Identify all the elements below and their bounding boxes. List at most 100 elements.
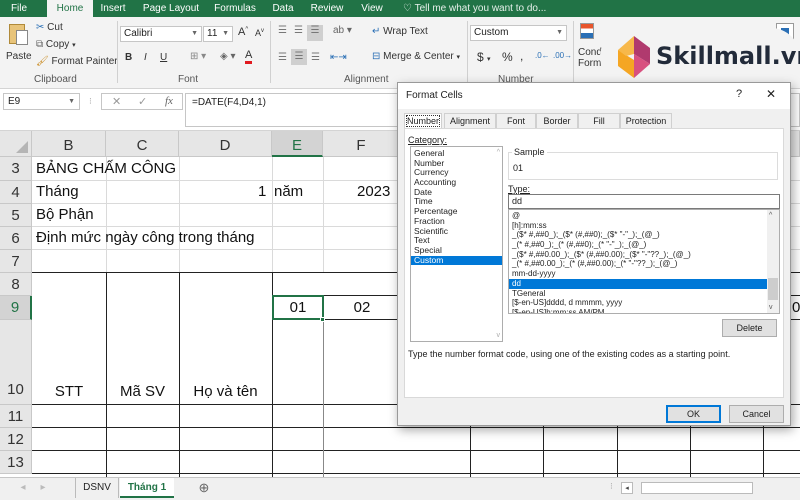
- scroll-down-icon[interactable]: v: [497, 332, 501, 339]
- cell-f9[interactable]: 02: [324, 296, 400, 320]
- percent-button[interactable]: %: [502, 50, 513, 64]
- type-input[interactable]: dd: [508, 194, 780, 209]
- cell-right9[interactable]: 0: [792, 296, 800, 320]
- type-item[interactable]: @: [509, 211, 767, 221]
- font-size-select[interactable]: 11 ▼: [203, 26, 233, 42]
- grow-font-icon[interactable]: A^: [238, 26, 248, 38]
- tab-file[interactable]: File: [4, 0, 34, 17]
- scroll-left-icon[interactable]: ◂: [18, 478, 28, 498]
- dialog-tab-border[interactable]: Border: [536, 113, 578, 128]
- top-align-icon[interactable]: ☰: [278, 25, 287, 36]
- merge-center-button[interactable]: ⊟ Merge & Center ▾: [372, 51, 460, 62]
- column-header-d[interactable]: D: [179, 131, 272, 157]
- splitter-icon[interactable]: ⁝: [610, 481, 613, 492]
- cell-b6[interactable]: Định mức ngày công trong tháng: [36, 229, 255, 246]
- cell-d10[interactable]: Họ và tên: [179, 383, 272, 400]
- indent-icons[interactable]: ⇤⇥: [330, 52, 347, 63]
- dialog-tab-number[interactable]: Number: [404, 113, 442, 129]
- shrink-font-icon[interactable]: Av: [255, 28, 264, 38]
- decrease-decimal-icon[interactable]: .00→: [553, 51, 572, 60]
- row-header-7[interactable]: 7: [0, 250, 32, 273]
- type-item[interactable]: [$-en-US]dddd, d mmmm, yyyy: [509, 298, 767, 308]
- row-header-6[interactable]: 6: [0, 227, 32, 250]
- conditional-formatting-icon[interactable]: [580, 23, 594, 39]
- type-item[interactable]: [h]:mm:ss: [509, 221, 767, 231]
- cell-e9-selected[interactable]: 01: [272, 295, 324, 320]
- orientation-icon[interactable]: ab ▾: [333, 25, 352, 36]
- cell-f4[interactable]: 2023: [357, 183, 390, 200]
- category-listbox[interactable]: General Number Currency Accounting Date Time P…: [410, 146, 503, 342]
- insert-function-icon[interactable]: fx: [165, 95, 173, 107]
- row-header-5[interactable]: 5: [0, 204, 32, 227]
- help-button[interactable]: ?: [736, 88, 742, 100]
- type-item[interactable]: TGeneral: [509, 289, 767, 299]
- row-header-13[interactable]: 13: [0, 451, 32, 474]
- type-item[interactable]: _(* #,##0.00_);_(* (#,##0.00);_(* "-"??_…: [509, 259, 767, 269]
- column-header-b[interactable]: B: [32, 131, 106, 157]
- tab-page-layout[interactable]: Page Layout: [140, 0, 202, 17]
- number-format-select[interactable]: Custom ▼: [470, 25, 567, 41]
- row-header-9[interactable]: 9: [0, 296, 32, 320]
- comma-button[interactable]: ,: [520, 49, 523, 63]
- type-item[interactable]: [$-en-US]h:mm:ss AM/PM: [509, 308, 767, 313]
- format-painter-button[interactable]: 🖌 Format Painter: [36, 56, 118, 67]
- type-listbox[interactable]: @ [h]:mm:ss _($* #,##0_);_($* (#,##0);_($*…: [508, 209, 780, 314]
- cell-c10[interactable]: Mã SV: [106, 383, 179, 400]
- row-header-11[interactable]: 11: [0, 405, 32, 428]
- font-name-select[interactable]: Calibri ▼: [120, 26, 202, 42]
- column-header-f[interactable]: F: [323, 131, 400, 157]
- close-icon[interactable]: ✕: [766, 87, 776, 101]
- row-header-10[interactable]: 10: [0, 320, 32, 405]
- delete-button[interactable]: Delete: [722, 319, 777, 337]
- enter-icon[interactable]: ✓: [138, 95, 147, 108]
- middle-align-icon[interactable]: ☰: [294, 25, 303, 36]
- scroll-up-icon[interactable]: ^: [497, 149, 500, 156]
- italic-button[interactable]: I: [144, 52, 147, 63]
- type-list-scrollbar[interactable]: ^ v: [767, 210, 779, 313]
- bottom-align-icon[interactable]: ☰: [307, 25, 323, 41]
- scroll-down-icon[interactable]: v: [769, 304, 773, 311]
- cancel-icon[interactable]: ✕: [112, 95, 121, 108]
- cell-e4[interactable]: năm: [274, 183, 303, 200]
- column-header-c[interactable]: C: [106, 131, 179, 157]
- align-right-icon[interactable]: ☰: [311, 52, 320, 63]
- row-header-8[interactable]: 8: [0, 273, 32, 296]
- cancel-button[interactable]: Cancel: [729, 405, 784, 423]
- horizontal-scrollbar[interactable]: [641, 482, 753, 494]
- bold-button[interactable]: B: [125, 52, 132, 63]
- ok-button[interactable]: OK: [666, 405, 721, 423]
- cell-d4[interactable]: 1: [258, 183, 266, 200]
- sheet-tab-thang-1[interactable]: Tháng 1: [120, 478, 174, 498]
- tab-insert[interactable]: Insert: [95, 0, 131, 17]
- type-item[interactable]: dd: [509, 278, 767, 289]
- scroll-right-icon[interactable]: ▸: [38, 478, 48, 498]
- fill-color-icon[interactable]: ◈ ▾: [220, 51, 236, 62]
- type-item[interactable]: _(* #,##0_);_(* (#,##0);_(* "-"_);_(@_): [509, 240, 767, 250]
- cell-b10[interactable]: STT: [32, 383, 106, 400]
- tell-me-box[interactable]: ♡ Tell me what you want to do...: [403, 0, 546, 17]
- type-item[interactable]: _($* #,##0_);_($* (#,##0);_($* "-"_);_(@…: [509, 230, 767, 240]
- dialog-tab-protection[interactable]: Protection: [620, 113, 672, 128]
- sheet-tab-dsnv[interactable]: DSNV: [75, 478, 119, 498]
- cell-b4[interactable]: Tháng: [36, 183, 79, 200]
- tab-review[interactable]: Review: [307, 0, 347, 17]
- currency-button[interactable]: $ ▾: [477, 50, 491, 64]
- row-header-3[interactable]: 3: [0, 157, 32, 181]
- increase-decimal-icon[interactable]: .0←: [535, 51, 550, 60]
- row-header-12[interactable]: 12: [0, 428, 32, 451]
- dialog-tab-font[interactable]: Font: [496, 113, 536, 128]
- dialog-tab-fill[interactable]: Fill: [578, 113, 620, 128]
- category-item[interactable]: Custom: [411, 255, 502, 266]
- row-header-4[interactable]: 4: [0, 181, 32, 204]
- tab-view[interactable]: View: [357, 0, 387, 17]
- add-sheet-icon[interactable]: ⊕: [196, 478, 212, 498]
- scroll-up-icon[interactable]: ^: [769, 212, 772, 219]
- select-all-corner[interactable]: [0, 131, 32, 157]
- tab-data[interactable]: Data: [268, 0, 298, 17]
- align-center-icon[interactable]: ☰: [291, 49, 307, 65]
- font-color-icon[interactable]: A: [245, 50, 253, 64]
- underline-button[interactable]: U: [160, 52, 167, 63]
- wrap-text-button[interactable]: ↵ Wrap Text: [372, 26, 428, 37]
- scroll-thumb[interactable]: [768, 278, 778, 300]
- column-header-e[interactable]: E: [272, 131, 323, 157]
